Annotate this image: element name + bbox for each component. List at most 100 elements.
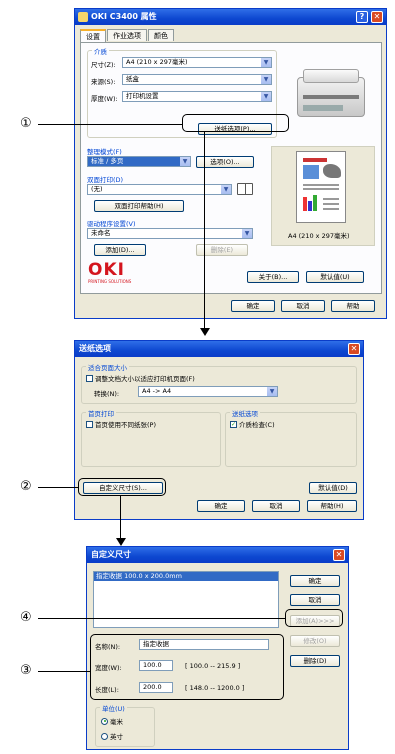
first-page-checkbox-label: 首页使用不同纸张(P) xyxy=(95,421,156,429)
cancel-button[interactable]: 取消 xyxy=(252,500,300,512)
book-icon xyxy=(237,183,253,195)
fit-page-group-title: 适合页面大小 xyxy=(86,362,129,372)
size-value: A4 (210 x 297毫米) xyxy=(126,58,188,66)
settings-panel: 介质 尺寸(Z): A4 (210 x 297毫米) ▼ 来源(S): 纸盒 ▼ 厚… xyxy=(80,42,382,294)
convert-select[interactable]: A4 -> A4 ▼ xyxy=(138,386,278,397)
unit-inch-radio[interactable]: 英寸 xyxy=(101,731,123,741)
finishing-select[interactable]: 标准 / 多页 ▼ xyxy=(87,156,191,167)
fit-page-group: 适合页面大小 调整文档大小以适应打印机页面(F) 转换(N): A4 -> A4… xyxy=(81,362,357,404)
first-page-group-title: 首页打印 xyxy=(86,408,116,418)
callout-2: ② xyxy=(20,479,32,494)
ok-button[interactable]: 确定 xyxy=(290,575,340,587)
size-label: 尺寸(Z): xyxy=(91,61,116,69)
duplex-select[interactable]: (无) ▼ xyxy=(87,184,232,195)
callout-3-highlight xyxy=(90,634,284,700)
arrow-down-icon xyxy=(116,538,126,546)
help-title-button[interactable]: ? xyxy=(356,11,368,23)
callout-1-highlight xyxy=(182,114,289,132)
oki-logo-subtitle: PRINTING SOLUTIONS xyxy=(88,279,132,284)
fit-page-checkbox-label: 调整文档大小以适应打印机页面(F) xyxy=(95,375,195,383)
printer-image xyxy=(291,61,371,119)
help-button[interactable]: 帮助 xyxy=(331,300,375,312)
first-page-checkbox[interactable]: 首页使用不同纸张(P) xyxy=(86,419,156,429)
finishing-label: 整理模式(F) xyxy=(87,148,122,156)
ok-button[interactable]: 确定 xyxy=(231,300,275,312)
unit-group: 单位(U) 毫米 英寸 xyxy=(95,703,155,747)
callout-1: ① xyxy=(20,116,32,131)
title-bar: OKI C3400 属性 ? ✕ xyxy=(75,9,386,25)
window-title: 送纸选项 xyxy=(79,344,111,353)
title-bar: 送纸选项 ✕ xyxy=(75,341,363,357)
feed-options-group-title: 送纸选项 xyxy=(230,408,260,418)
radio-unselected xyxy=(101,732,108,740)
source-value: 纸盒 xyxy=(126,75,139,83)
unit-mm-label: 毫米 xyxy=(110,718,123,726)
unit-inch-label: 英寸 xyxy=(110,733,123,741)
first-page-group: 首页打印 首页使用不同纸张(P) xyxy=(81,408,221,467)
duplex-help-button[interactable]: 双面打印帮助(H) xyxy=(94,200,184,212)
callout-4-highlight xyxy=(285,609,343,627)
close-button[interactable]: ✕ xyxy=(348,343,360,355)
default-button[interactable]: 默认值(U) xyxy=(306,271,364,283)
chevron-down-icon: ▼ xyxy=(261,92,271,101)
fit-page-checkbox[interactable]: 调整文档大小以适应打印机页面(F) xyxy=(86,373,195,383)
delete-button[interactable]: 删除(D) xyxy=(290,655,340,667)
window-title: 自定义尺寸 xyxy=(91,550,131,559)
tab-settings[interactable]: 设置 xyxy=(80,29,106,42)
checkbox-box xyxy=(86,420,93,428)
duplex-value: (无) xyxy=(91,185,103,193)
convert-label: 转换(N): xyxy=(94,390,120,398)
chevron-down-icon: ▼ xyxy=(261,58,271,67)
radio-selected xyxy=(101,717,108,725)
printer-icon xyxy=(78,12,88,22)
chevron-down-icon: ▼ xyxy=(180,157,190,166)
chevron-down-icon: ▼ xyxy=(261,75,271,84)
chevron-down-icon: ▼ xyxy=(221,185,231,194)
close-button[interactable]: ✕ xyxy=(371,11,383,23)
connector-line-1 xyxy=(204,132,205,330)
title-bar: 自定义尺寸 ✕ xyxy=(87,547,348,563)
media-check-label: 介质检查(C) xyxy=(239,421,275,429)
duplex-label: 双面打印(D) xyxy=(87,176,124,184)
callout-2-line xyxy=(38,487,78,488)
add-settings-button[interactable]: 添加(D)... xyxy=(94,244,146,256)
chevron-down-icon: ▼ xyxy=(242,229,252,238)
callout-1-line xyxy=(38,124,182,125)
weight-label: 厚度(W): xyxy=(91,95,118,103)
window-title: OKI C3400 属性 xyxy=(91,12,157,21)
size-select[interactable]: A4 (210 x 297毫米) ▼ xyxy=(122,57,272,68)
connector-line-2 xyxy=(120,496,121,540)
tab-job-options[interactable]: 作业选项 xyxy=(107,29,147,41)
default-button[interactable]: 默认值(D) xyxy=(309,482,357,494)
help-button[interactable]: 帮助(H) xyxy=(307,500,357,512)
custom-size-list[interactable]: 指定收据 100.0 x 200.0mm xyxy=(93,571,279,628)
callout-3: ③ xyxy=(20,663,32,678)
driver-settings-select[interactable]: 未命名 ▼ xyxy=(87,228,253,239)
printer-properties-window: OKI C3400 属性 ? ✕ 设置 作业选项 颜色 介质 尺寸(Z): A4… xyxy=(74,8,387,319)
weight-value: 打印机设置 xyxy=(126,92,159,100)
chevron-down-icon: ▼ xyxy=(267,387,277,396)
callout-4: ④ xyxy=(20,610,32,625)
media-group-title: 介质 xyxy=(92,46,109,56)
list-item[interactable]: 指定收据 100.0 x 200.0mm xyxy=(94,572,278,581)
convert-value: A4 -> A4 xyxy=(142,387,172,395)
cancel-button[interactable]: 取消 xyxy=(290,594,340,606)
arrow-down-icon xyxy=(200,328,210,336)
modify-button[interactable]: 修改(O) xyxy=(290,635,340,647)
media-check-checkbox[interactable]: ✓ 介质检查(C) xyxy=(230,419,275,429)
tab-color[interactable]: 颜色 xyxy=(148,29,174,41)
source-select[interactable]: 纸盒 ▼ xyxy=(122,74,272,85)
close-button[interactable]: ✕ xyxy=(333,549,345,561)
driver-settings-value: 未命名 xyxy=(91,229,111,237)
source-label: 来源(S): xyxy=(91,78,116,86)
weight-select[interactable]: 打印机设置 ▼ xyxy=(122,91,272,102)
unit-group-title: 单位(U) xyxy=(100,703,127,713)
oki-logo: OKI PRINTING SOLUTIONS xyxy=(88,260,132,285)
oki-logo-text: OKI xyxy=(88,260,125,280)
unit-mm-radio[interactable]: 毫米 xyxy=(101,716,123,726)
about-button[interactable]: 关于(B)... xyxy=(247,271,299,283)
ok-button[interactable]: 确定 xyxy=(197,500,245,512)
check-icon: ✓ xyxy=(230,420,237,428)
cancel-button[interactable]: 取消 xyxy=(281,300,325,312)
page-preview: A4 (210 x 297毫米) xyxy=(271,146,375,246)
